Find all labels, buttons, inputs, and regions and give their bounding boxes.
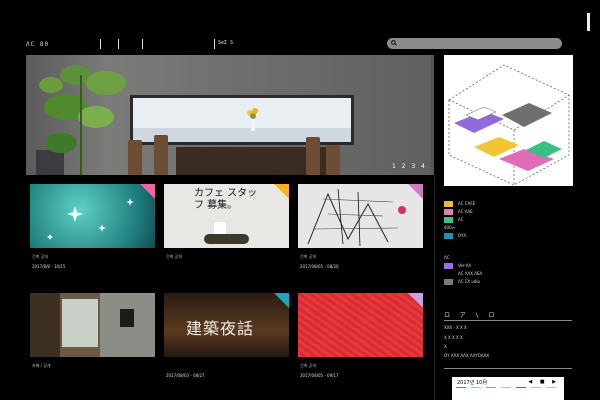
search-icon (391, 40, 397, 46)
card-category: 건축 공개 (300, 254, 316, 259)
divider (444, 320, 572, 321)
legend-item[interactable]: ΛC ΛΛΕ (444, 208, 473, 215)
building-diagram (448, 64, 570, 186)
legend-swatch (444, 278, 453, 285)
chair-image (128, 140, 142, 175)
card-category: 건축 공개 (300, 363, 316, 368)
sketch-image (307, 188, 406, 247)
legend-label: ΛC (444, 255, 450, 260)
chair-image (326, 145, 340, 175)
card-category: 건축 공개 (166, 254, 182, 259)
sidebar-text: Χ Χ Χ Χ Χ (444, 335, 463, 340)
card-thumbnail[interactable] (298, 293, 423, 357)
card-thumbnail[interactable]: カフェ スタッフ 募集。 (164, 184, 289, 248)
legend-item[interactable]: ΛC (444, 216, 464, 223)
card-thumbnail[interactable] (298, 184, 423, 248)
nav-separator (118, 39, 119, 49)
calendar-day[interactable] (531, 387, 541, 394)
legend-swatch (444, 200, 453, 207)
calendar-day[interactable] (471, 387, 481, 394)
legend-item: ΛC (444, 254, 450, 261)
legend-label: ΛC ΣΧ udio (458, 279, 480, 284)
search-input[interactable] (387, 38, 562, 49)
category-corner (140, 184, 155, 199)
category-corner (274, 184, 289, 199)
category-corner (274, 293, 289, 308)
legend-item[interactable]: Ver-ΛΛ (444, 262, 471, 269)
legend-label: 400ㅠ (444, 224, 456, 230)
category-corner (408, 184, 423, 199)
nav-link[interactable]: SeΣ S (218, 40, 233, 46)
legend-swatch (444, 262, 453, 269)
card-thumbnail[interactable] (30, 184, 155, 248)
legend-label: ΟΥΛ (458, 233, 467, 238)
page-scrollbar[interactable] (587, 13, 590, 31)
legend-item[interactable]: ΛC ΣΧ udio (444, 278, 480, 285)
shop-sign-image (120, 309, 134, 327)
sparkle-image (47, 198, 134, 240)
calendar-title: 2017년 10月 (457, 380, 488, 386)
sidebar-text: Χ (444, 344, 447, 349)
calendar-day[interactable] (486, 387, 496, 394)
legend-swatch (444, 216, 453, 223)
chair-image (306, 137, 320, 175)
hero-scrollbar[interactable] (431, 55, 434, 175)
card-date: 2017/08/05 - 08/20 (300, 264, 339, 269)
nav-separator (142, 39, 143, 49)
legend-item[interactable]: ΛC CAFE (444, 200, 475, 207)
plant-image (36, 65, 126, 175)
sidebar-text: ΧΧΧ · Χ Χ Χ (444, 325, 467, 330)
hero-slideshow[interactable]: 1 2 3 4 (26, 55, 431, 175)
legend-label: ΛC ΛΛΕ (458, 209, 473, 214)
flowers-image (204, 234, 249, 244)
category-corner (408, 293, 423, 308)
chair-image (154, 135, 168, 175)
nav-separator (100, 39, 101, 49)
calendar-day[interactable] (456, 387, 466, 394)
legend-label: ΛC CAFE (458, 201, 476, 206)
calendar-week (456, 387, 561, 394)
site-logo[interactable]: ΛC 80 (26, 41, 49, 48)
architecture-night-text: 建築夜話 (186, 319, 255, 338)
flower-vase-image (247, 108, 258, 131)
legend-label: Ver-ΛΛ (458, 263, 472, 268)
legend-item: ΛC ΛΛΧ ΛΕΛ (444, 270, 482, 277)
sidebar: ΛC CAFE ΛC ΛΛΕ ΛC 400ㅠ ΟΥΛ ΛC Ver-ΛΛ ΛC … (444, 55, 574, 400)
legend-label: ΛC ΛΛΧ ΛΕΛ (458, 271, 483, 276)
sidebar-heading: ロ ア \ ロ (444, 312, 498, 319)
floor-map[interactable] (444, 55, 573, 186)
calendar-day[interactable] (501, 387, 511, 394)
legend-label: ΛC (458, 217, 464, 222)
content-divider (434, 175, 435, 400)
card-category: 건축 공개 (32, 254, 48, 259)
card-category: 카페 / 공개 (32, 363, 51, 368)
calendar-nav[interactable]: ◀ ■ ▶ (528, 379, 559, 385)
cafe-staff-text: カフェ スタッフ 募集。 (194, 188, 258, 211)
legend-item: 400ㅠ (444, 224, 455, 231)
legend-swatch (444, 232, 453, 239)
card-thumbnail[interactable] (30, 293, 155, 357)
calendar-day[interactable] (516, 387, 526, 394)
legend-swatch (444, 208, 453, 215)
card-date: 2017/08/05 - 09/17 (300, 373, 339, 378)
sidebar-text: ΟΥ ΛΛΧ ΛΛΧ ΛΛΥΟΛΛΧ (444, 353, 490, 358)
card-thumbnail[interactable]: 建築夜話 (164, 293, 289, 357)
card-date: 2017/8/8 - 10/15 (32, 264, 66, 269)
nav-separator (214, 39, 215, 49)
event-calendar[interactable]: 2017년 10月 ◀ ■ ▶ (452, 377, 564, 400)
slide-pager[interactable]: 1 2 3 4 (392, 163, 427, 170)
legend-item[interactable]: ΟΥΛ (444, 232, 466, 239)
calendar-day[interactable] (546, 387, 556, 394)
card-date: 2017/08/03 - 08/27 (166, 373, 205, 378)
divider (444, 368, 572, 369)
